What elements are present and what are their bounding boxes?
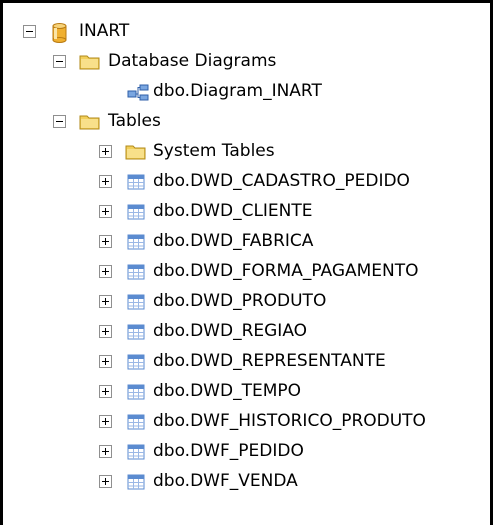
- tree-node-diagram[interactable]: dbo.Diagram_INART: [3, 77, 490, 107]
- system-tables-label: System Tables: [153, 141, 275, 161]
- collapse-toggle-icon[interactable]: [23, 25, 36, 38]
- expand-toggle-icon[interactable]: [99, 145, 112, 158]
- table-icon: [125, 382, 147, 402]
- folder-icon: [125, 142, 147, 162]
- table-icon: [125, 202, 147, 222]
- expand-toggle-icon[interactable]: [99, 385, 112, 398]
- table-icon: [125, 232, 147, 252]
- table-label: dbo.DWF_VENDA: [153, 471, 298, 491]
- table-icon: [125, 292, 147, 312]
- tables-label: Tables: [108, 111, 161, 131]
- table-icon: [125, 172, 147, 192]
- tree-node-system-tables[interactable]: System Tables: [3, 137, 490, 167]
- database-label: INART: [79, 21, 130, 41]
- table-label: dbo.DWD_CLIENTE: [153, 201, 313, 221]
- database-icon: [49, 22, 71, 43]
- expand-toggle-icon[interactable]: [99, 205, 112, 218]
- table-icon: [125, 262, 147, 282]
- expand-toggle-icon[interactable]: [99, 445, 112, 458]
- tree-node-table[interactable]: dbo.DWF_PEDIDO: [3, 437, 490, 467]
- expand-toggle-icon[interactable]: [99, 175, 112, 188]
- expand-toggle-icon[interactable]: [99, 235, 112, 248]
- table-label: dbo.DWF_HISTORICO_PRODUTO: [153, 411, 426, 431]
- table-label: dbo.DWD_FORMA_PAGAMENTO: [153, 261, 419, 281]
- tree-node-table[interactable]: dbo.DWD_REPRESENTANTE: [3, 347, 490, 377]
- tree-node-table[interactable]: dbo.DWD_CADASTRO_PEDIDO: [3, 167, 490, 197]
- expand-toggle-icon[interactable]: [99, 325, 112, 338]
- tree-node-table[interactable]: dbo.DWD_TEMPO: [3, 377, 490, 407]
- table-label: dbo.DWD_TEMPO: [153, 381, 302, 401]
- table-label: dbo.DWD_CADASTRO_PEDIDO: [153, 171, 410, 191]
- diagram-icon: [127, 82, 149, 102]
- database-diagrams-label: Database Diagrams: [108, 51, 277, 71]
- expand-toggle-icon[interactable]: [99, 265, 112, 278]
- tree-node-table[interactable]: dbo.DWD_REGIAO: [3, 317, 490, 347]
- tree-node-database-inart[interactable]: INART: [3, 17, 490, 47]
- collapse-toggle-icon[interactable]: [53, 55, 66, 68]
- expand-toggle-icon[interactable]: [99, 295, 112, 308]
- tree-node-tables[interactable]: Tables: [3, 107, 490, 137]
- table-icon: [125, 412, 147, 432]
- table-label: dbo.DWD_REGIAO: [153, 321, 308, 341]
- expand-toggle-icon[interactable]: [99, 355, 112, 368]
- tree-node-table[interactable]: dbo.DWD_PRODUTO: [3, 287, 490, 317]
- table-icon: [125, 472, 147, 492]
- table-icon: [125, 352, 147, 372]
- folder-icon: [79, 112, 101, 132]
- diagram-label: dbo.Diagram_INART: [153, 81, 322, 101]
- table-icon: [125, 322, 147, 342]
- expand-toggle-icon[interactable]: [99, 415, 112, 428]
- tree-node-table[interactable]: dbo.DWF_VENDA: [3, 467, 490, 497]
- folder-icon: [79, 52, 101, 72]
- tree-node-table[interactable]: dbo.DWD_FORMA_PAGAMENTO: [3, 257, 490, 287]
- table-label: dbo.DWD_PRODUTO: [153, 291, 327, 311]
- tree-node-table[interactable]: dbo.DWF_HISTORICO_PRODUTO: [3, 407, 490, 437]
- tree-node-table[interactable]: dbo.DWD_CLIENTE: [3, 197, 490, 227]
- table-icon: [125, 442, 147, 462]
- tree-node-table[interactable]: dbo.DWD_FABRICA: [3, 227, 490, 257]
- table-label: dbo.DWD_REPRESENTANTE: [153, 351, 386, 371]
- object-explorer-tree: INART Database Diagrams dbo.Diagram_INAR…: [0, 0, 493, 525]
- table-label: dbo.DWF_PEDIDO: [153, 441, 304, 461]
- collapse-toggle-icon[interactable]: [53, 115, 66, 128]
- expand-toggle-icon[interactable]: [99, 475, 112, 488]
- table-label: dbo.DWD_FABRICA: [153, 231, 314, 251]
- tree-node-database-diagrams[interactable]: Database Diagrams: [3, 47, 490, 77]
